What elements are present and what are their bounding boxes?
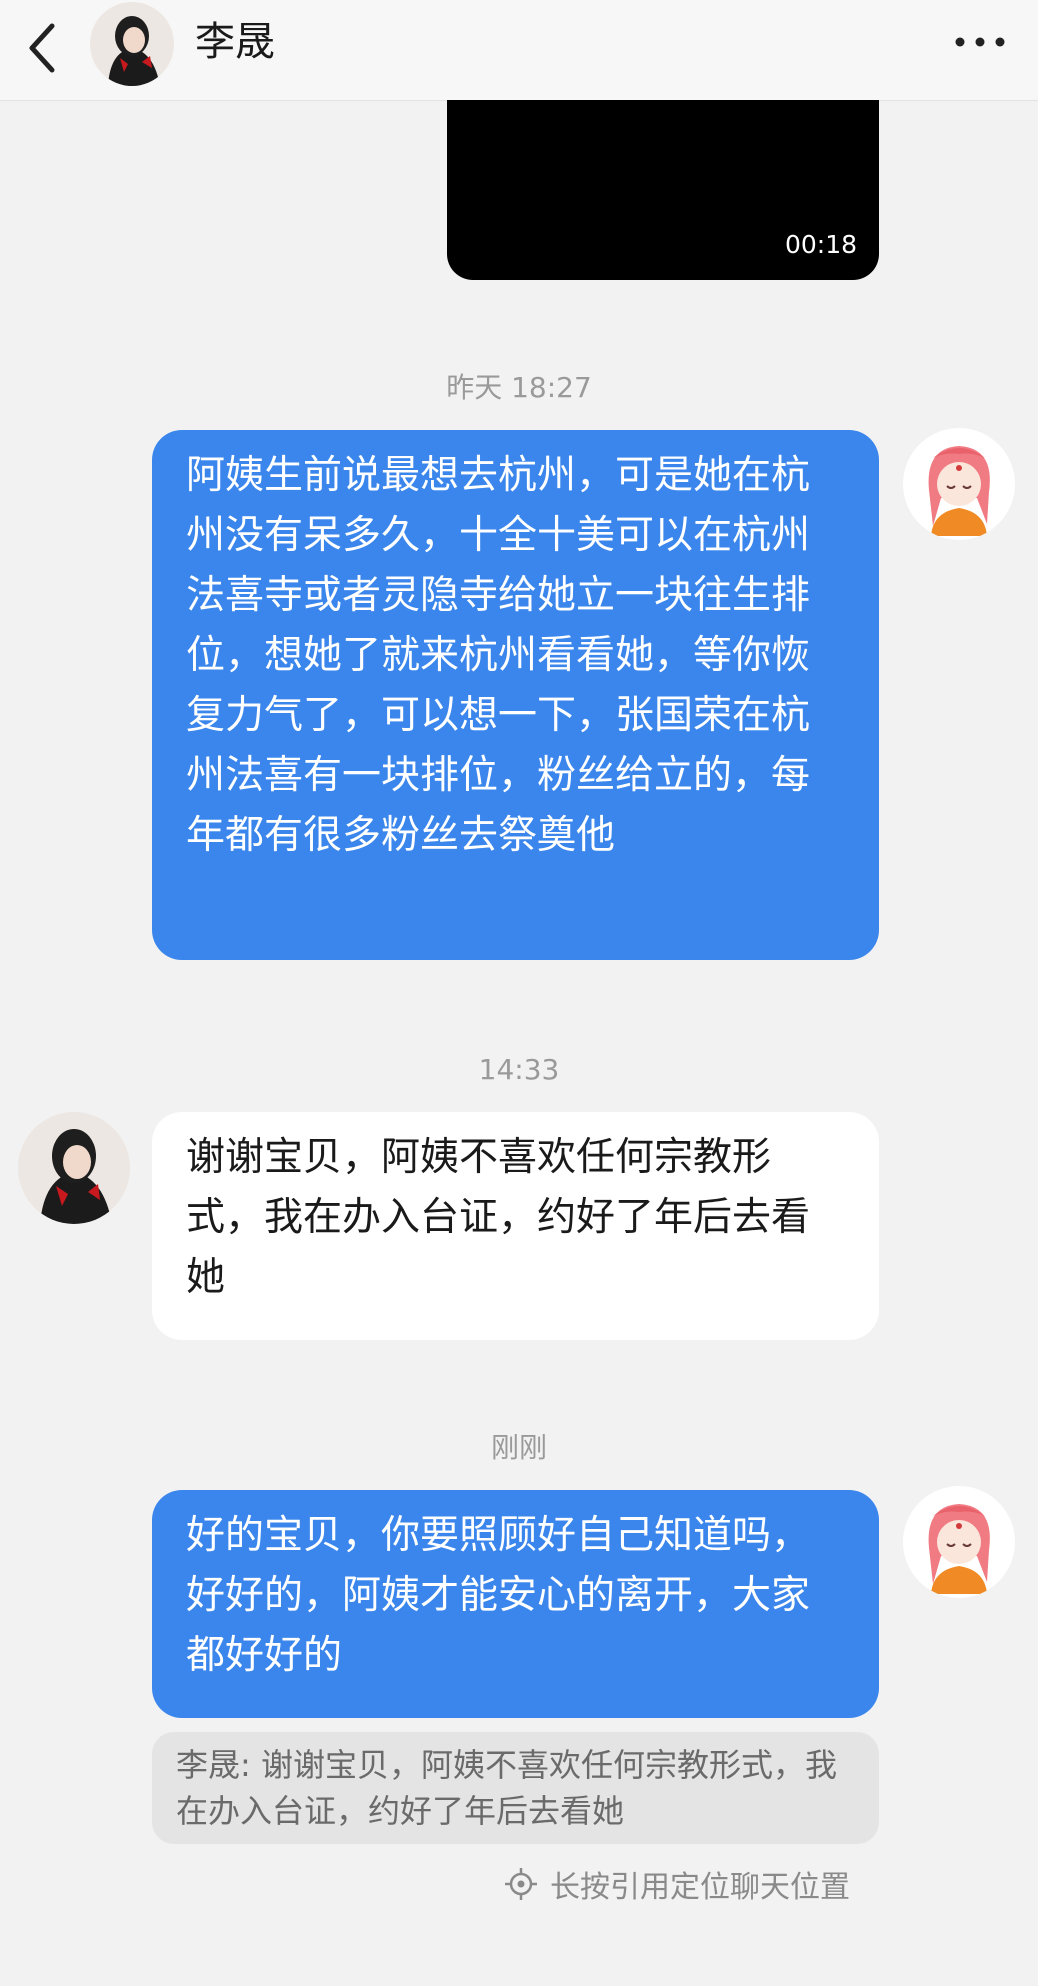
locate-icon bbox=[505, 1868, 537, 1900]
message-timestamp: 刚刚 bbox=[490, 1431, 547, 1464]
contact-avatar[interactable] bbox=[18, 1112, 130, 1224]
chevron-left-icon[interactable] bbox=[18, 18, 68, 78]
locate-quote-hint[interactable]: 长按引用定位聊天位置 bbox=[504, 1862, 850, 1906]
my-avatar[interactable] bbox=[903, 1486, 1015, 1598]
incoming-message-bubble[interactable]: 谢谢宝贝，阿姨不喜欢任何宗教形式，我在办入台证，约好了年后去看她 bbox=[152, 1112, 879, 1340]
more-dots-icon[interactable] bbox=[952, 26, 1008, 58]
message-timestamp: 昨天 18:27 bbox=[446, 371, 592, 404]
video-duration: 00:18 bbox=[784, 230, 857, 259]
outgoing-message-bubble[interactable]: 好的宝贝，你要照顾好自己知道吗，好好的，阿姨才能安心的离开，大家都好好的 bbox=[152, 1490, 879, 1718]
quoted-message[interactable]: 李晟: 谢谢宝贝，阿姨不喜欢任何宗教形式，我在办入台证，约好了年后去看她 bbox=[152, 1732, 879, 1844]
my-avatar[interactable] bbox=[903, 428, 1015, 540]
locate-hint-label: 长按引用定位聊天位置 bbox=[550, 1870, 850, 1905]
message-timestamp: 14:33 bbox=[478, 1053, 560, 1086]
contact-avatar[interactable] bbox=[90, 2, 174, 86]
chat-header: 李晟 bbox=[0, 0, 1038, 101]
page-title: 李晟 bbox=[195, 19, 275, 65]
video-message[interactable]: 00:18 bbox=[447, 100, 879, 280]
outgoing-message-bubble[interactable]: 阿姨生前说最想去杭州，可是她在杭州没有呆多久，十全十美可以在杭州法喜寺或者灵隐寺… bbox=[152, 430, 879, 960]
